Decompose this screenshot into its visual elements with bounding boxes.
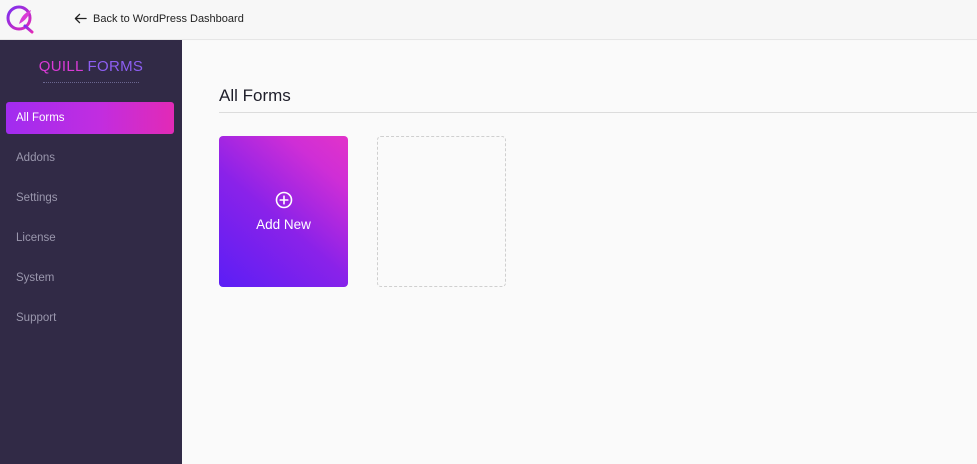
sidebar-item-addons[interactable]: Addons [6, 142, 174, 174]
arrow-left-icon [74, 13, 87, 24]
add-new-label: Add New [256, 217, 311, 232]
brand-wordmark: QUILL FORMS [0, 58, 182, 75]
quill-forms-logo-icon[interactable] [5, 4, 35, 34]
brand-underline [43, 82, 139, 83]
sidebar-item-system[interactable]: System [6, 262, 174, 294]
add-new-form-card[interactable]: Add New [219, 136, 348, 287]
brand-word-2: FORMS [87, 58, 144, 75]
page-title: All Forms [219, 86, 291, 105]
main-content: All Forms Add New [182, 41, 977, 464]
sidebar-item-license[interactable]: License [6, 222, 174, 254]
sidebar-item-all-forms[interactable]: All Forms [6, 102, 174, 134]
back-link-label: Back to WordPress Dashboard [93, 12, 244, 25]
plus-circle-icon [275, 191, 292, 209]
sidebar: QUILL FORMS All Forms Addons Settings Li… [0, 40, 182, 464]
title-divider [219, 112, 977, 113]
sidebar-item-settings[interactable]: Settings [6, 182, 174, 214]
sidebar-nav: All Forms Addons Settings License System… [6, 102, 174, 342]
top-bar: Back to WordPress Dashboard [0, 0, 977, 40]
brand-word-1: QUILL [38, 58, 84, 75]
sidebar-item-support[interactable]: Support [6, 302, 174, 334]
empty-form-placeholder [377, 136, 506, 287]
back-to-dashboard-link[interactable]: Back to WordPress Dashboard [74, 12, 244, 25]
